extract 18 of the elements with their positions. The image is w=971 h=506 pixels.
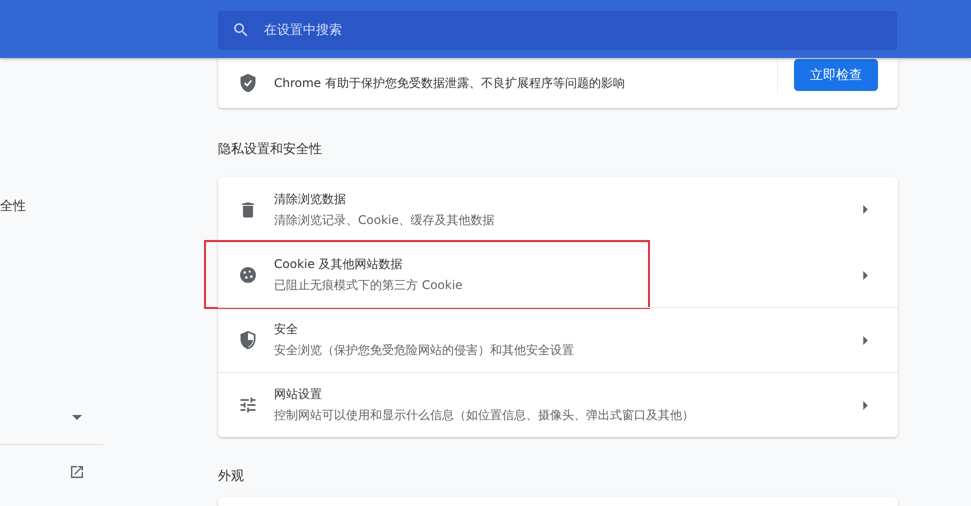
search-field[interactable]: 在设置中搜索 bbox=[218, 11, 897, 50]
row-subtitle: 已阻止无痕模式下的第三方 Cookie bbox=[274, 277, 463, 294]
settings-row[interactable]: 安全 安全浏览（保护您免受危险网站的侵害）和其他安全设置 bbox=[218, 307, 898, 372]
row-title: 安全 bbox=[274, 321, 298, 338]
safety-text: Chrome 有助于保护您免受数据泄露、不良扩展程序等问题的影响 bbox=[274, 74, 626, 92]
row-subtitle: 安全浏览（保护您免受危险网站的侵害）和其他安全设置 bbox=[274, 342, 574, 359]
highlighted-row[interactable]: Cookie 及其他网站数据 已阻止无痕模式下的第三方 Cookie bbox=[206, 242, 648, 307]
row-title: Cookie 及其他网站数据 bbox=[274, 256, 403, 273]
row-title: 网站设置 bbox=[274, 386, 322, 403]
row-subtitle: 控制网站可以使用和显示什么信息（如位置信息、摄像头、弹出式窗口及其他） bbox=[274, 407, 694, 424]
row-subtitle: 清除浏览记录、Cookie、缓存及其他数据 bbox=[274, 212, 495, 228]
section-title: 隐私设置和安全性 bbox=[218, 141, 322, 158]
row-title: 清除浏览数据 bbox=[274, 190, 346, 208]
check-now-button[interactable]: 立即检查 bbox=[794, 59, 878, 91]
settings-row[interactable]: 网站设置 控制网站可以使用和显示什么信息（如位置信息、摄像头、弹出式窗口及其他） bbox=[218, 372, 898, 437]
sidebar-item[interactable]: 全性 bbox=[0, 197, 26, 215]
settings-row[interactable]: 清除浏览数据 清除浏览记录、Cookie、缓存及其他数据 bbox=[218, 177, 898, 242]
section-title: 外观 bbox=[218, 468, 244, 485]
